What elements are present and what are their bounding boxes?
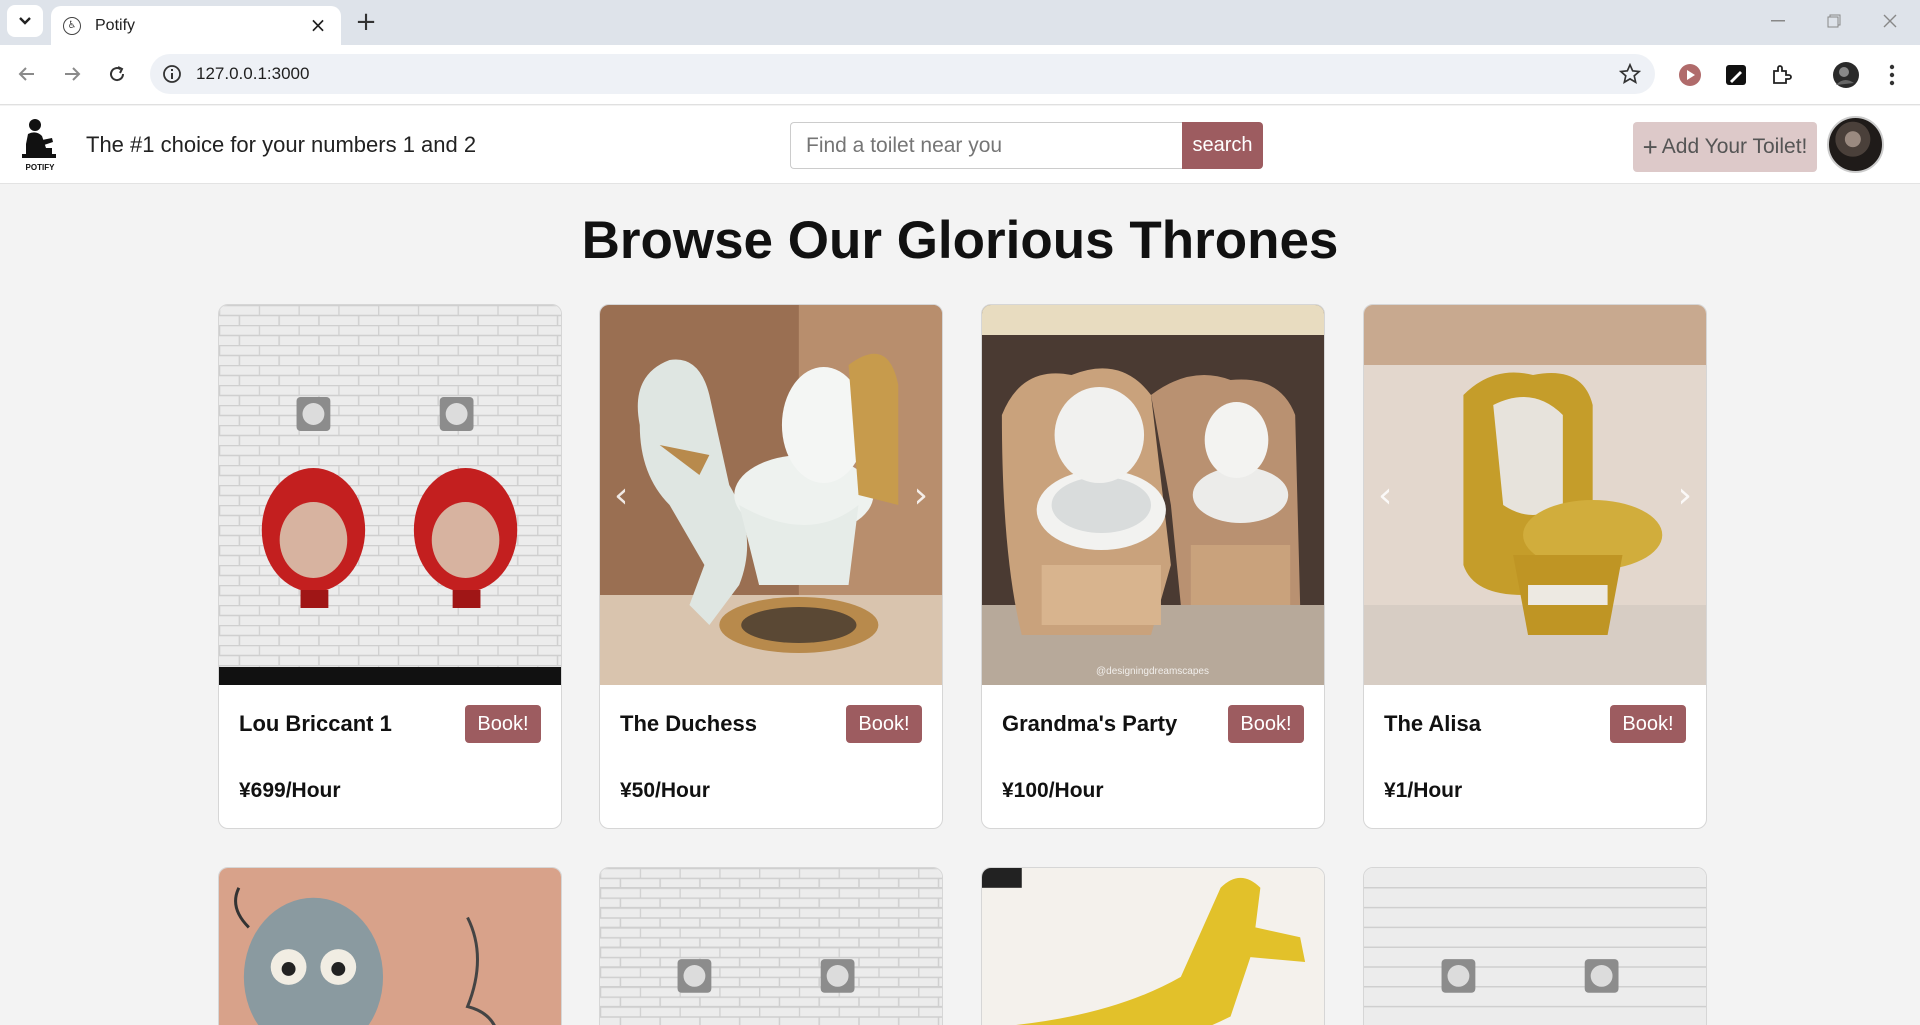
watermark-text: @designingdreamscapes [1096, 666, 1209, 677]
search-button[interactable]: search [1182, 122, 1263, 169]
toilet-card-partial[interactable] [599, 867, 943, 1025]
plus-icon: + [1642, 132, 1658, 162]
kebab-menu-icon[interactable] [1878, 61, 1906, 89]
browser-toolbar: 127.0.0.1:3000 [0, 45, 1920, 105]
toilet-image[interactable] [219, 868, 561, 1025]
potify-logo[interactable]: POTIFY [18, 118, 62, 172]
record-extension-icon[interactable] [1676, 61, 1704, 89]
chevron-down-icon [19, 17, 31, 25]
url-text: 127.0.0.1:3000 [196, 64, 310, 83]
arrow-next-icon[interactable]: › [914, 475, 928, 516]
close-window-icon[interactable] [1868, 6, 1912, 36]
minimize-icon[interactable] [1756, 6, 1800, 36]
toilet-image[interactable]: @designingdreamscapes [982, 305, 1324, 685]
close-icon[interactable]: × [307, 13, 329, 37]
toilet-card-partial[interactable] [218, 867, 562, 1025]
toilet-card[interactable]: ‹ › The Alisa Book! ¥1/Hour [1363, 304, 1707, 829]
add-toilet-label: Add Your Toilet! [1661, 135, 1808, 158]
logo-text: POTIFY [25, 163, 55, 172]
profile-icon[interactable] [1832, 61, 1860, 89]
plus-icon[interactable]: + [352, 7, 380, 37]
toilet-image[interactable] [219, 305, 561, 685]
browser-tab[interactable]: ♿ Potify × [51, 6, 341, 45]
arrow-prev-icon[interactable]: ‹ [1378, 475, 1392, 516]
book-button[interactable]: Book! [846, 705, 922, 743]
toilet-card-partial[interactable] [981, 867, 1325, 1025]
tagline: The #1 choice for your numbers 1 and 2 [86, 132, 477, 157]
book-button[interactable]: Book! [1610, 705, 1686, 743]
favicon-icon: ♿ [63, 16, 81, 35]
book-button[interactable]: Book! [465, 705, 541, 743]
info-icon[interactable] [162, 64, 182, 84]
reload-icon[interactable] [100, 57, 134, 91]
extension-icon[interactable] [1768, 61, 1796, 89]
toilet-card[interactable]: @designingdreamscapes Grandma's Party Bo… [981, 304, 1325, 829]
toilet-price: ¥1/Hour [1384, 779, 1463, 802]
browser-tab-bar: ♿ Potify × + [0, 0, 1920, 45]
toilet-image[interactable] [1364, 868, 1706, 1025]
address-bar[interactable]: 127.0.0.1:3000 [150, 54, 1655, 94]
avatar[interactable] [1827, 116, 1884, 173]
logo-icon [22, 119, 56, 158]
toilet-price: ¥699/Hour [239, 779, 341, 802]
page-title: Browse Our Glorious Thrones [581, 211, 1339, 270]
search-input[interactable] [790, 122, 1182, 169]
toilet-price: ¥50/Hour [620, 779, 710, 802]
forward-icon[interactable] [55, 57, 89, 91]
add-toilet-button[interactable]: + Add Your Toilet! [1633, 122, 1817, 172]
toilet-image[interactable]: ‹ › [1364, 305, 1706, 685]
toilet-name: Grandma's Party [1002, 711, 1178, 736]
toilet-card-partial[interactable] [1363, 867, 1707, 1025]
toilet-name: The Alisa [1384, 711, 1481, 736]
back-icon[interactable] [10, 57, 44, 91]
tab-title: Potify [95, 16, 136, 34]
toilet-name: Lou Briccant 1 [239, 711, 392, 736]
toilet-image[interactable] [600, 868, 942, 1025]
toilet-name: The Duchess [620, 711, 757, 736]
toilet-card[interactable]: Lou Briccant 1 Book! ¥699/Hour [218, 304, 562, 829]
site-header: POTIFY The #1 choice for your numbers 1 … [0, 106, 1920, 184]
toilet-card[interactable]: ‹ › The Duchess Book! ¥50/Hour [599, 304, 943, 829]
book-button[interactable]: Book! [1228, 705, 1304, 743]
edit-extension-icon[interactable] [1722, 61, 1750, 89]
toilet-image[interactable] [982, 868, 1324, 1025]
toilet-price: ¥100/Hour [1002, 779, 1104, 802]
restore-icon[interactable] [1812, 6, 1856, 36]
arrow-prev-icon[interactable]: ‹ [614, 475, 628, 516]
star-icon[interactable] [1619, 63, 1641, 85]
arrow-next-icon[interactable]: › [1678, 475, 1692, 516]
toilet-image[interactable]: ‹ › [600, 305, 942, 685]
tab-search-button[interactable] [7, 5, 43, 37]
